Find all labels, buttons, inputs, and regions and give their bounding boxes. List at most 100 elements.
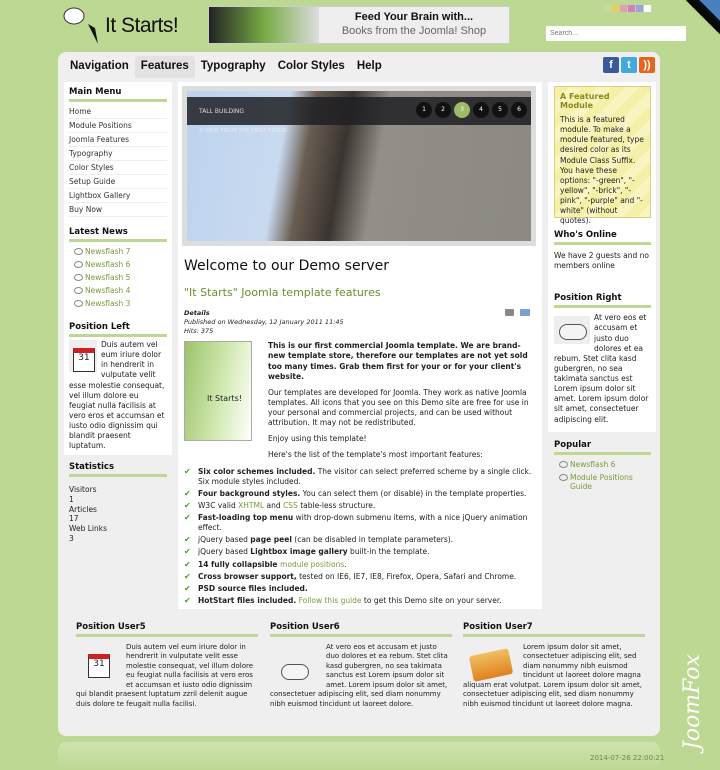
cloud-icon — [276, 656, 312, 684]
feature-item: HotStart files included. Follow this gui… — [184, 595, 536, 607]
stat-line: Articles — [69, 504, 97, 514]
cloud-icon — [554, 316, 590, 345]
twitter-icon[interactable]: t — [621, 57, 637, 73]
feature-bold: Six color schemes included. — [198, 466, 316, 476]
menu-item[interactable]: Typography — [69, 147, 167, 161]
color-swatch[interactable] — [604, 5, 611, 12]
user7-title: Position User7 — [463, 622, 645, 637]
nav-help[interactable]: Help — [351, 56, 388, 78]
slider-page-button[interactable]: 2 — [435, 102, 451, 118]
email-icon[interactable] — [520, 309, 530, 316]
popular-link[interactable]: Module Positions Guide — [554, 471, 651, 493]
color-swatch[interactable] — [612, 5, 619, 12]
feature-link[interactable]: CSS — [283, 501, 298, 510]
color-switcher — [604, 5, 651, 12]
footer-timestamp: 2014-07-26 22:00:21 — [590, 754, 665, 762]
news-link[interactable]: Newsflash 6 — [69, 258, 167, 271]
details-label: Details — [184, 309, 210, 317]
hits-count: Hits: 375 — [184, 326, 214, 335]
slider-page-button[interactable]: 1 — [416, 102, 432, 118]
stat-line: 1 — [69, 494, 74, 504]
slide-subcaption: A VIEW FROM THE FIRST FLOOR — [199, 128, 287, 134]
feature-text: and — [264, 500, 284, 510]
feature-text: tested on IE6, IE7, IE8, Firefox, Opera,… — [296, 571, 517, 581]
article-p1: This is our first commercial Joomla temp… — [268, 341, 528, 381]
feature-item: Four background styles. You can select t… — [184, 488, 536, 500]
popular-title: Popular — [554, 440, 651, 455]
nav-features[interactable]: Features — [134, 56, 195, 78]
color-swatch[interactable] — [620, 5, 627, 12]
feature-item: 14 fully collapsible module positions. — [184, 559, 536, 571]
menu-item[interactable]: Color Styles — [69, 161, 167, 175]
print-icon[interactable] — [505, 309, 514, 316]
stat-line: 17 — [69, 514, 79, 524]
feature-text: jQuery based — [198, 535, 251, 545]
article-p3: Enjoy using this template! — [268, 434, 367, 444]
feature-text: W3C valid — [198, 500, 239, 510]
color-swatch[interactable] — [628, 5, 635, 12]
calendar-icon — [69, 340, 97, 372]
color-swatch[interactable] — [644, 5, 651, 12]
news-link[interactable]: Newsflash 5 — [69, 271, 167, 284]
statistics-title: Statistics — [69, 462, 167, 477]
statistics-module: Statistics Visitors 1 Articles 17 Web Links 3 — [69, 462, 167, 544]
feature-link[interactable]: XHTML — [238, 501, 264, 510]
rss-icon[interactable]: )) — [639, 57, 655, 73]
shop-banner[interactable]: Feed Your Brain with... Books from the Jo… — [208, 6, 510, 44]
joomfox-logo[interactable]: JoomFox — [680, 620, 714, 750]
user5-module: Position User5 Duis autem vel eum iriure… — [76, 622, 258, 709]
feature-item: jQuery based page peel (can be disabled … — [184, 534, 536, 546]
nav-color-styles[interactable]: Color Styles — [272, 56, 351, 78]
latest-news-title: Latest News — [69, 227, 167, 242]
main-menu-title: Main Menu — [69, 87, 167, 102]
menu-item[interactable]: Buy Now — [69, 203, 167, 217]
feature-link[interactable]: module positions — [280, 560, 344, 569]
banner-line1: Feed Your Brain with... — [354, 11, 474, 23]
top-nav: Navigation Features Typography Color Sty… — [64, 56, 388, 78]
menu-item[interactable]: Lightbox Gallery — [69, 189, 167, 203]
menu-item[interactable]: Home — [69, 105, 167, 119]
nav-typography[interactable]: Typography — [195, 56, 272, 78]
whos-online-title: Who's Online — [554, 230, 651, 245]
books-image — [209, 7, 319, 43]
feature-item: jQuery based Lightbox image gallery buil… — [184, 546, 536, 558]
feature-bold: page peel — [250, 535, 292, 545]
feature-bold: Lightbox image gallery — [250, 547, 348, 557]
feature-item: Cross browser support, tested on IE6, IE… — [184, 571, 536, 583]
featured-title: A Featured Module — [560, 92, 610, 110]
feature-text: (can be disabled in template parameters)… — [291, 535, 454, 545]
slider-page-button[interactable]: 5 — [492, 102, 508, 118]
nav-navigation[interactable]: Navigation — [64, 56, 135, 78]
popular-link[interactable]: Newsflash 6 — [554, 458, 651, 471]
article-title: Welcome to our Demo server — [184, 258, 390, 274]
menu-item[interactable]: Setup Guide — [69, 175, 167, 189]
slider-page-button[interactable]: 3 — [454, 102, 470, 118]
news-link[interactable]: Newsflash 7 — [69, 245, 167, 258]
news-link[interactable]: Newsflash 4 — [69, 284, 167, 297]
search-input[interactable] — [546, 26, 686, 41]
facebook-icon[interactable]: f — [603, 57, 619, 73]
feature-bold: Cross browser support, — [198, 571, 297, 581]
article-subtitle[interactable]: "It Starts" Joomla template features — [184, 286, 536, 299]
feature-text: . — [344, 559, 347, 569]
feature-item: Six color schemes included. The visitor … — [184, 466, 536, 488]
feature-text: built-in the template. — [347, 547, 430, 557]
article-p4: Here's the list of the template's most i… — [268, 450, 483, 460]
feature-item: W3C valid XHTML and CSS table-less struc… — [184, 500, 536, 512]
news-link[interactable]: Newsflash 3 — [69, 297, 167, 310]
color-swatch[interactable] — [636, 5, 643, 12]
feature-link[interactable]: Follow this guide — [296, 596, 362, 605]
site-logo[interactable]: It Starts! — [105, 14, 179, 38]
stat-line: Visitors — [69, 485, 97, 494]
user6-module: Position User6 At vero eos et accusam et… — [270, 622, 452, 709]
menu-item[interactable]: Joomla Features — [69, 133, 167, 147]
user5-title: Position User5 — [76, 622, 258, 637]
feature-bold: Fast-loading top menu — [198, 513, 294, 523]
feature-bold: Four background styles. — [198, 488, 301, 498]
feature-text: You can select them (or disable) in the … — [300, 488, 527, 498]
page-peel[interactable] — [686, 0, 720, 34]
menu-item[interactable]: Module Positions — [69, 119, 167, 133]
article: Welcome to our Demo server "It Starts" J… — [184, 258, 536, 607]
slider-page-button[interactable]: 4 — [473, 102, 489, 118]
slider-page-button[interactable]: 6 — [511, 102, 527, 118]
